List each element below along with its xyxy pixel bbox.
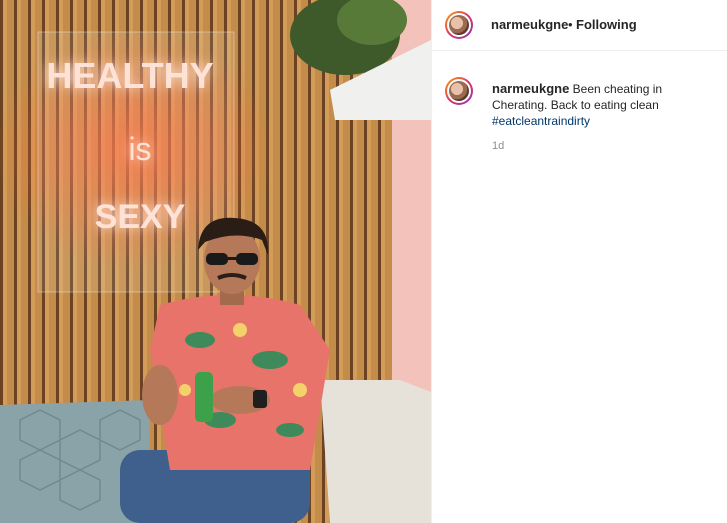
post-photo[interactable]: HEALTHY is SEXY [0,0,431,523]
caption-avatar[interactable] [445,77,473,105]
profile-photo [449,81,469,101]
avatar[interactable] [445,11,473,39]
sunglasses [206,253,228,265]
neon-line-1: HEALTHY [46,55,213,96]
following-button[interactable]: Following [576,17,637,32]
post-photo-scene: HEALTHY is SEXY [0,0,431,523]
separator-dot: • [568,17,573,32]
header-username[interactable]: narmeukgne [491,17,568,32]
juice-bottle [195,372,213,422]
caption-username[interactable]: narmeukgne [492,81,569,96]
counter [320,380,431,523]
profile-photo [449,15,469,35]
hashtag-link[interactable]: #eatcleantraindirty [492,114,590,128]
post-side-panel: narmeukgne • Following narmeukgne Been c… [431,0,727,523]
neon-line-3: SEXY [95,198,186,236]
wristwatch [253,390,267,408]
post-timestamp[interactable]: 1d [492,140,504,152]
post-caption: narmeukgne Been cheating in Cherating. B… [492,81,712,129]
neon-line-2: is [128,131,151,167]
floral-shirt [150,295,330,470]
post-header: narmeukgne • Following [432,0,727,51]
